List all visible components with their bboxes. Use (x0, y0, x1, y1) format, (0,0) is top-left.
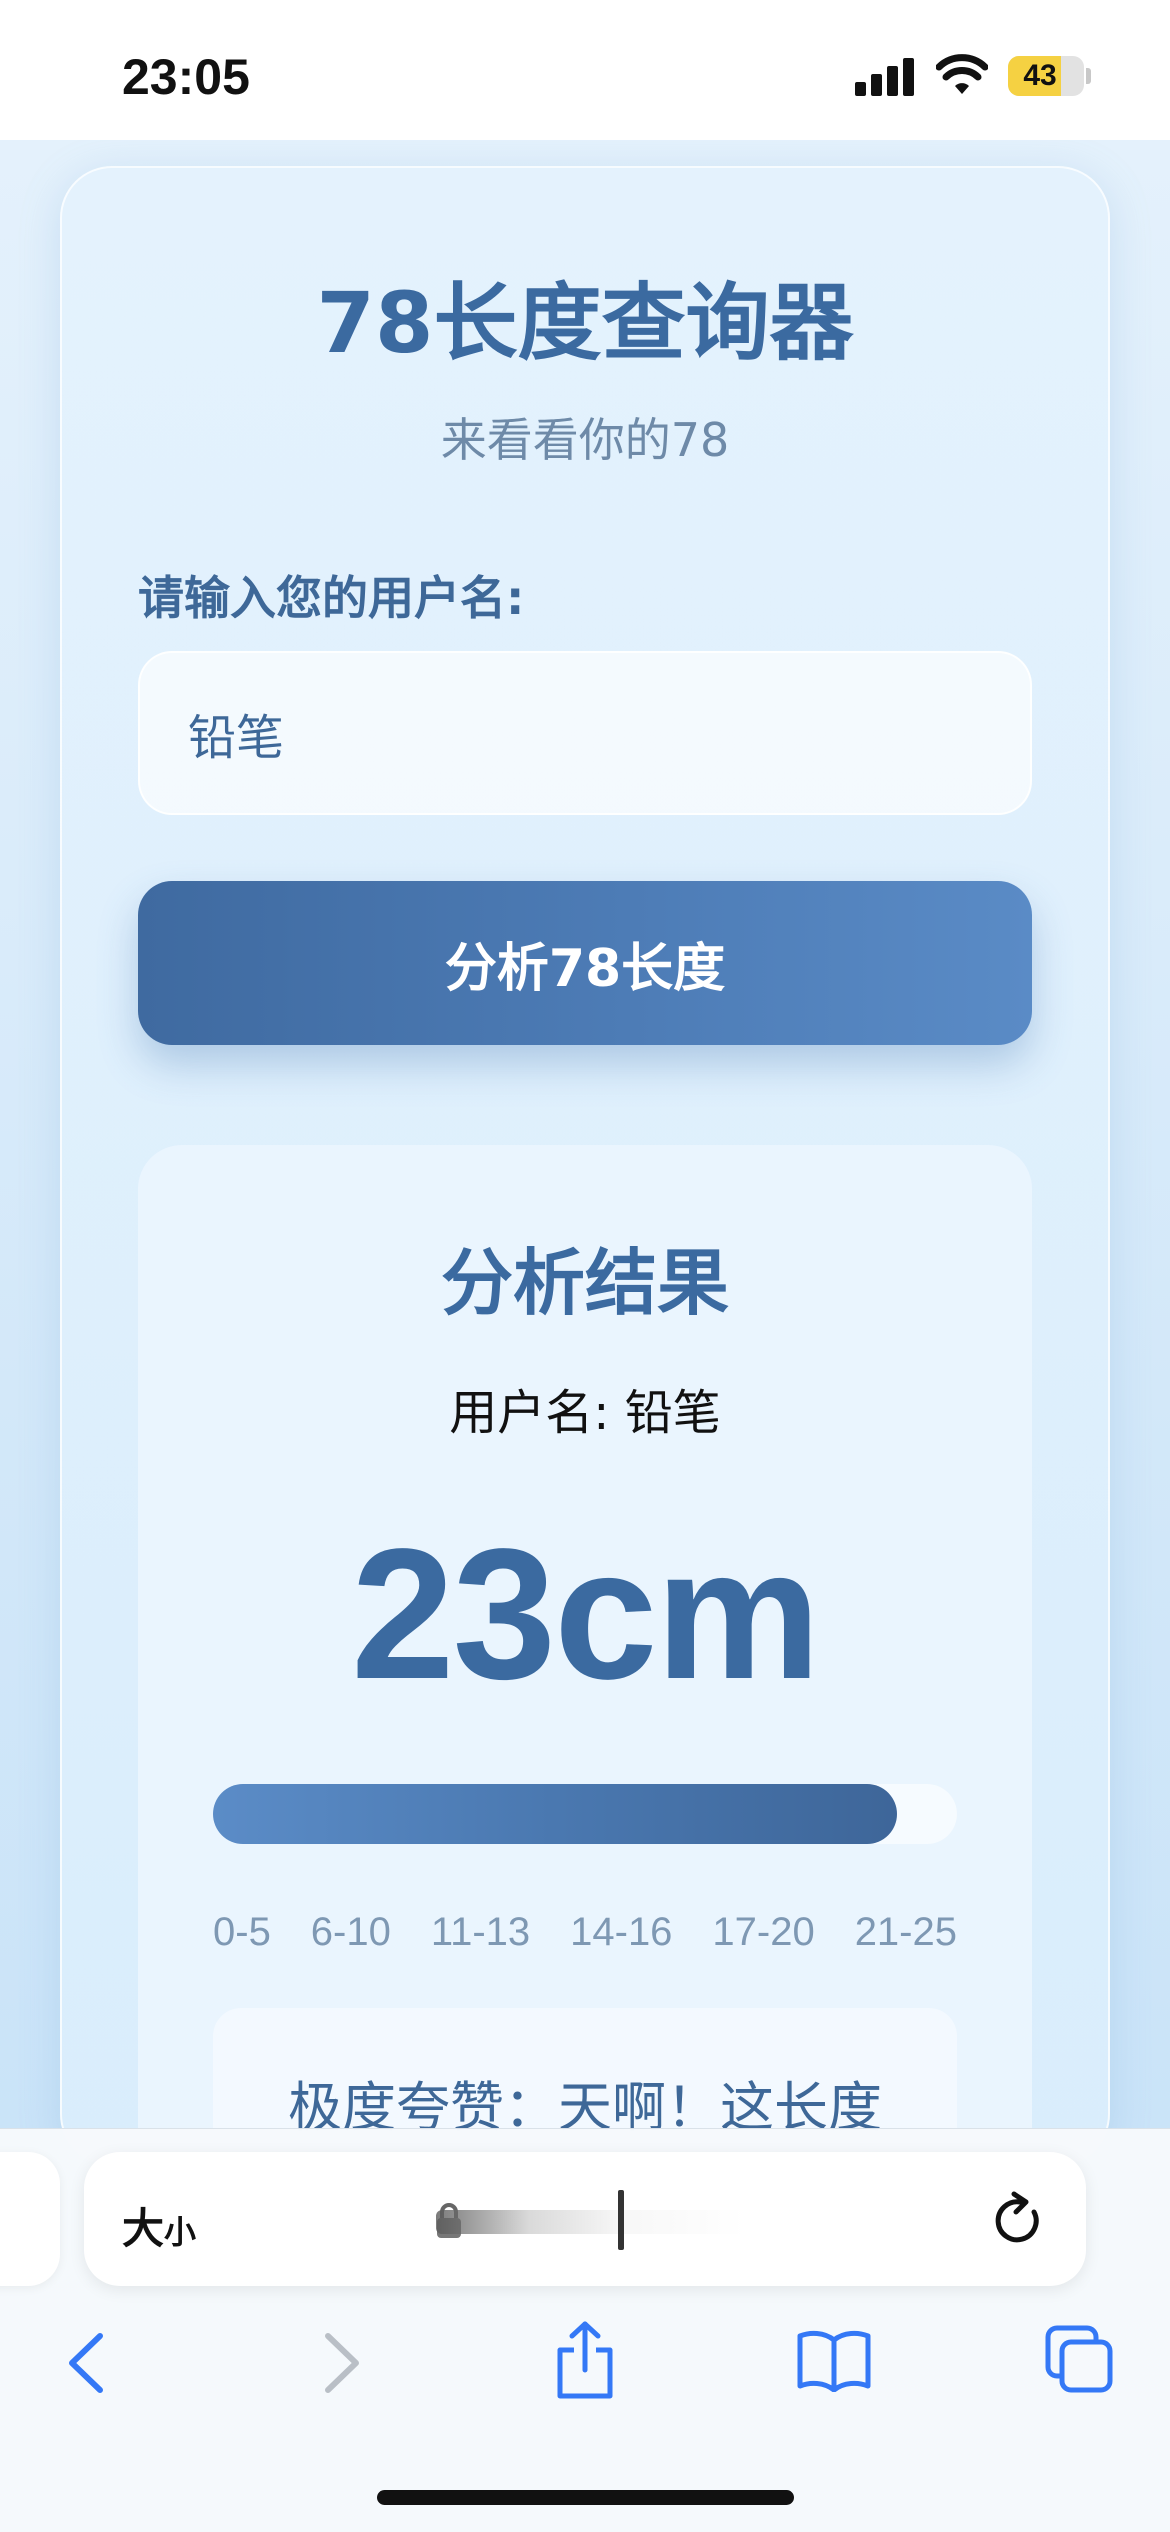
text-cursor (618, 2190, 624, 2250)
cellular-signal-icon (855, 58, 915, 96)
battery-icon: 43 (1008, 56, 1084, 96)
url-text-blurred (436, 2210, 746, 2234)
status-bar: 23:05 43 (0, 0, 1170, 140)
chevron-right-icon[interactable] (312, 2330, 368, 2396)
wifi-icon (936, 54, 988, 94)
url-field[interactable] (436, 2190, 746, 2250)
username-label: 请输入您的用户名: (138, 571, 525, 625)
text-size-large: 大 (122, 2204, 165, 2253)
battery-nub (1086, 68, 1091, 84)
result-value: 23cm (351, 1511, 821, 1718)
range-label: 14-16 (570, 1910, 673, 1954)
tabs-icon[interactable] (1044, 2324, 1114, 2396)
result-username: 用户名: 铅笔 (449, 1385, 721, 1441)
book-icon[interactable] (796, 2328, 872, 2392)
share-icon[interactable] (552, 2320, 618, 2400)
length-progress-bar (213, 1784, 957, 1844)
length-progress-fill (213, 1784, 898, 1844)
range-label: 21-25 (854, 1910, 957, 1954)
result-title: 分析结果 (440, 1241, 729, 1325)
range-label: 11-13 (430, 1910, 531, 1954)
range-label: 0-5 (213, 1910, 271, 1954)
page-subtitle: 来看看你的78 (440, 413, 730, 467)
text-size-button[interactable]: 大小 (122, 2195, 196, 2256)
previous-tab-preview[interactable] (0, 2152, 60, 2286)
battery-percentage: 43 (1023, 59, 1057, 92)
reload-icon[interactable] (990, 2190, 1046, 2248)
status-time: 23:05 (122, 49, 250, 105)
username-input[interactable] (138, 651, 1032, 815)
range-labels: 0-5 6-10 11-13 14-16 17-20 21-25 (213, 1910, 957, 1955)
range-label: 17-20 (712, 1910, 815, 1954)
home-indicator (377, 2490, 794, 2505)
range-label: 6-10 (310, 1910, 391, 1954)
page-title: 78长度查询器 (316, 274, 854, 372)
text-size-small: 小 (164, 2213, 197, 2251)
analyze-button[interactable]: 分析78长度 (138, 881, 1032, 1045)
chevron-left-icon[interactable] (60, 2330, 116, 2396)
